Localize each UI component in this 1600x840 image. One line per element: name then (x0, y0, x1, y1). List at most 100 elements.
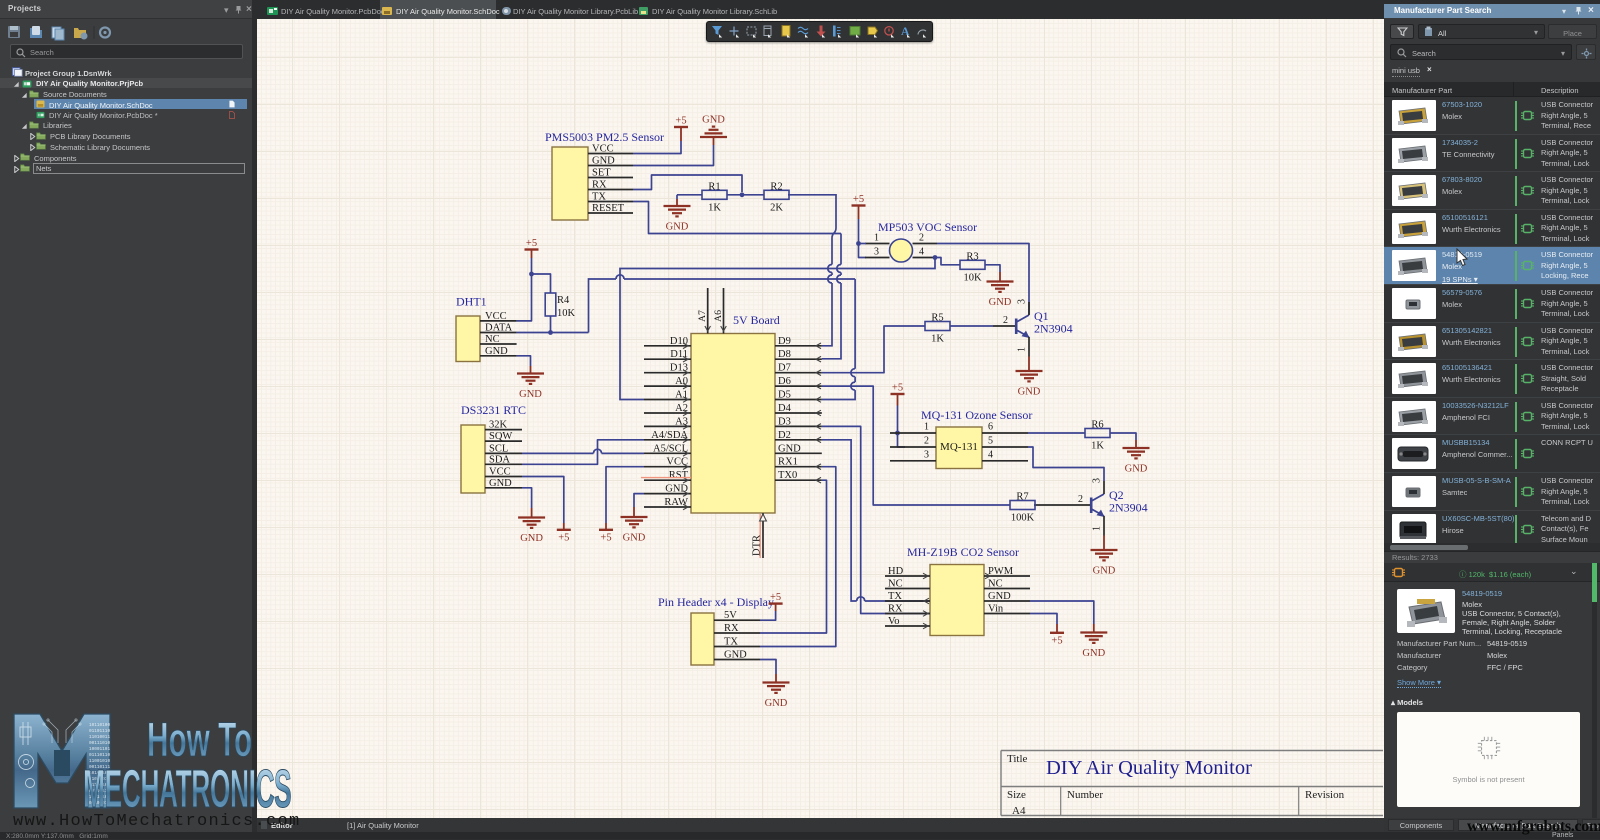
svg-text:MQ-131 Ozone Sensor: MQ-131 Ozone Sensor (921, 408, 1032, 422)
svg-text:NC: NC (888, 579, 903, 590)
svg-text:11010011: 11010011 (89, 735, 110, 740)
svg-text:D11: D11 (670, 349, 688, 360)
svg-text:10110100: 10110100 (89, 723, 110, 728)
svg-text:Size: Size (1007, 789, 1026, 801)
svg-text:RX: RX (724, 623, 739, 634)
svg-text:1: 1 (924, 422, 929, 433)
svg-text:GND: GND (1093, 566, 1116, 577)
svg-text:GND: GND (1125, 464, 1148, 475)
svg-text:5V: 5V (724, 610, 737, 621)
svg-text:DTR: DTR (752, 535, 763, 556)
svg-text:2N3904: 2N3904 (1034, 322, 1073, 336)
svg-text:GND: GND (765, 698, 788, 709)
svg-text:6: 6 (988, 422, 993, 433)
svg-text:RX: RX (888, 604, 903, 615)
svg-text:10001101: 10001101 (89, 747, 110, 752)
svg-text:1K: 1K (708, 202, 721, 213)
svg-text:GND: GND (666, 222, 689, 233)
svg-text:HD: HD (888, 566, 904, 577)
svg-text:Vo: Vo (888, 616, 899, 627)
svg-text:MH-Z19B CO2 Sensor: MH-Z19B CO2 Sensor (907, 545, 1019, 559)
svg-text:D7: D7 (778, 363, 791, 374)
svg-text:D6: D6 (778, 376, 791, 387)
svg-text:GND: GND (1018, 387, 1041, 398)
svg-text:MQ-131: MQ-131 (940, 441, 978, 453)
svg-text:VCC: VCC (666, 457, 688, 468)
svg-text:A6: A6 (713, 310, 724, 322)
svg-text:SQW: SQW (489, 431, 512, 442)
svg-text:RAW: RAW (664, 497, 688, 508)
svg-text:100K: 100K (1011, 513, 1035, 524)
svg-text:5V Board: 5V Board (733, 313, 780, 327)
svg-text:D5: D5 (778, 390, 791, 401)
svg-text:D3: D3 (778, 416, 791, 427)
svg-text:D13: D13 (670, 363, 688, 374)
svg-text:Pin Header x4 - Display: Pin Header x4 - Display (658, 595, 774, 609)
svg-text:GND: GND (988, 591, 1011, 602)
svg-text:RX1: RX1 (778, 457, 798, 468)
svg-text:NC: NC (988, 579, 1003, 590)
svg-text:2N3904: 2N3904 (1109, 501, 1148, 515)
svg-text:00111010: 00111010 (89, 741, 110, 746)
svg-text:R7: R7 (1016, 492, 1028, 503)
svg-text:VCC: VCC (485, 311, 507, 322)
svg-text:01110110: 01110110 (89, 753, 110, 758)
svg-text:32K: 32K (489, 420, 508, 431)
svg-text:DATA: DATA (485, 323, 513, 334)
svg-text:DIY Air Quality Monitor: DIY Air Quality Monitor (1046, 757, 1252, 779)
svg-text:GND: GND (989, 297, 1012, 308)
svg-text:R4: R4 (557, 295, 570, 306)
svg-text:5: 5 (988, 436, 993, 447)
svg-text:SCL: SCL (489, 443, 508, 454)
svg-text:PWM: PWM (988, 566, 1014, 577)
svg-text:GND: GND (778, 443, 801, 454)
svg-text:A5/SCL: A5/SCL (653, 443, 688, 454)
svg-text:+5: +5 (526, 238, 537, 249)
svg-text:GND: GND (592, 156, 615, 167)
svg-text:10K: 10K (963, 272, 982, 283)
svg-text:2K: 2K (770, 202, 783, 213)
svg-text:3: 3 (924, 449, 929, 460)
svg-text:+5: +5 (1051, 635, 1062, 646)
svg-text:TX: TX (724, 637, 738, 648)
svg-text:GND: GND (489, 478, 512, 489)
svg-text:3: 3 (1017, 299, 1028, 304)
svg-text:2: 2 (1078, 494, 1083, 505)
svg-text:NC: NC (485, 334, 500, 345)
svg-text:1: 1 (1017, 347, 1028, 352)
svg-text:3: 3 (1092, 478, 1103, 483)
svg-text:RESET: RESET (592, 203, 625, 214)
svg-text:+5: +5 (892, 383, 903, 394)
svg-text:1K: 1K (931, 334, 944, 345)
svg-text:2: 2 (1003, 315, 1008, 326)
svg-text:SET: SET (592, 168, 611, 179)
svg-text:TX: TX (888, 591, 902, 602)
svg-text:VCC: VCC (489, 467, 511, 478)
svg-text:D9: D9 (778, 336, 791, 347)
svg-text:4: 4 (919, 247, 924, 258)
svg-text:Title: Title (1007, 753, 1028, 765)
svg-text:4: 4 (988, 449, 993, 460)
svg-text:MECHATRONICS: MECHATRONICS (83, 760, 291, 820)
svg-text:PMS5003 PM2.5 Sensor: PMS5003 PM2.5 Sensor (545, 130, 664, 144)
svg-text:GND: GND (724, 650, 747, 661)
svg-text:GND: GND (1082, 648, 1105, 659)
svg-text:R1: R1 (708, 181, 720, 192)
svg-text:SDA: SDA (489, 454, 510, 465)
svg-text:2: 2 (919, 233, 924, 244)
svg-text:+5: +5 (853, 194, 864, 205)
svg-text:1: 1 (1092, 526, 1103, 531)
svg-text:GND: GND (623, 533, 646, 544)
svg-text:1K: 1K (1091, 441, 1104, 452)
svg-text:R6: R6 (1091, 420, 1103, 431)
svg-text:2: 2 (924, 436, 929, 447)
svg-text:RST: RST (669, 470, 689, 481)
svg-text:GND: GND (702, 115, 725, 126)
svg-text:How To: How To (147, 714, 252, 767)
svg-text:Vin: Vin (988, 604, 1004, 615)
svg-text:D4: D4 (778, 403, 792, 414)
svg-text:GND: GND (485, 346, 508, 357)
svg-text:01101110: 01101110 (89, 729, 110, 734)
svg-text:MP503 VOC Sensor: MP503 VOC Sensor (878, 220, 977, 234)
svg-text:A4: A4 (1012, 805, 1026, 817)
